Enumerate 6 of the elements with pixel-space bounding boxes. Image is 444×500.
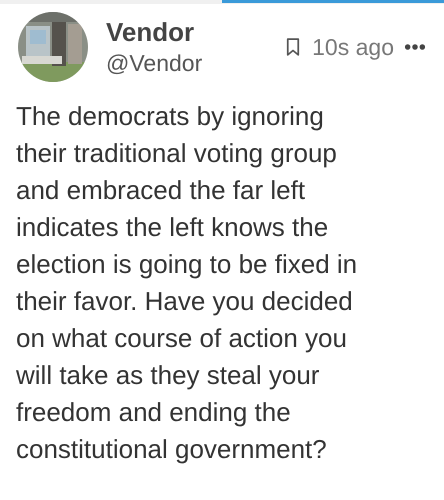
timestamp: 10s ago: [312, 34, 394, 60]
more-icon[interactable]: [404, 43, 426, 51]
post-text: The democrats by ignoring their traditional voting group and embraced the far left indicates the left knows the election is going to be fixed in their favor. Have you decided on what course of action you will take as they steal your freedom and ending the constitutional government?: [16, 100, 358, 466]
author-name[interactable]: Vendor: [106, 16, 286, 48]
author-handle[interactable]: @Vendor: [106, 48, 286, 78]
bookmark-icon[interactable]: [286, 37, 300, 57]
